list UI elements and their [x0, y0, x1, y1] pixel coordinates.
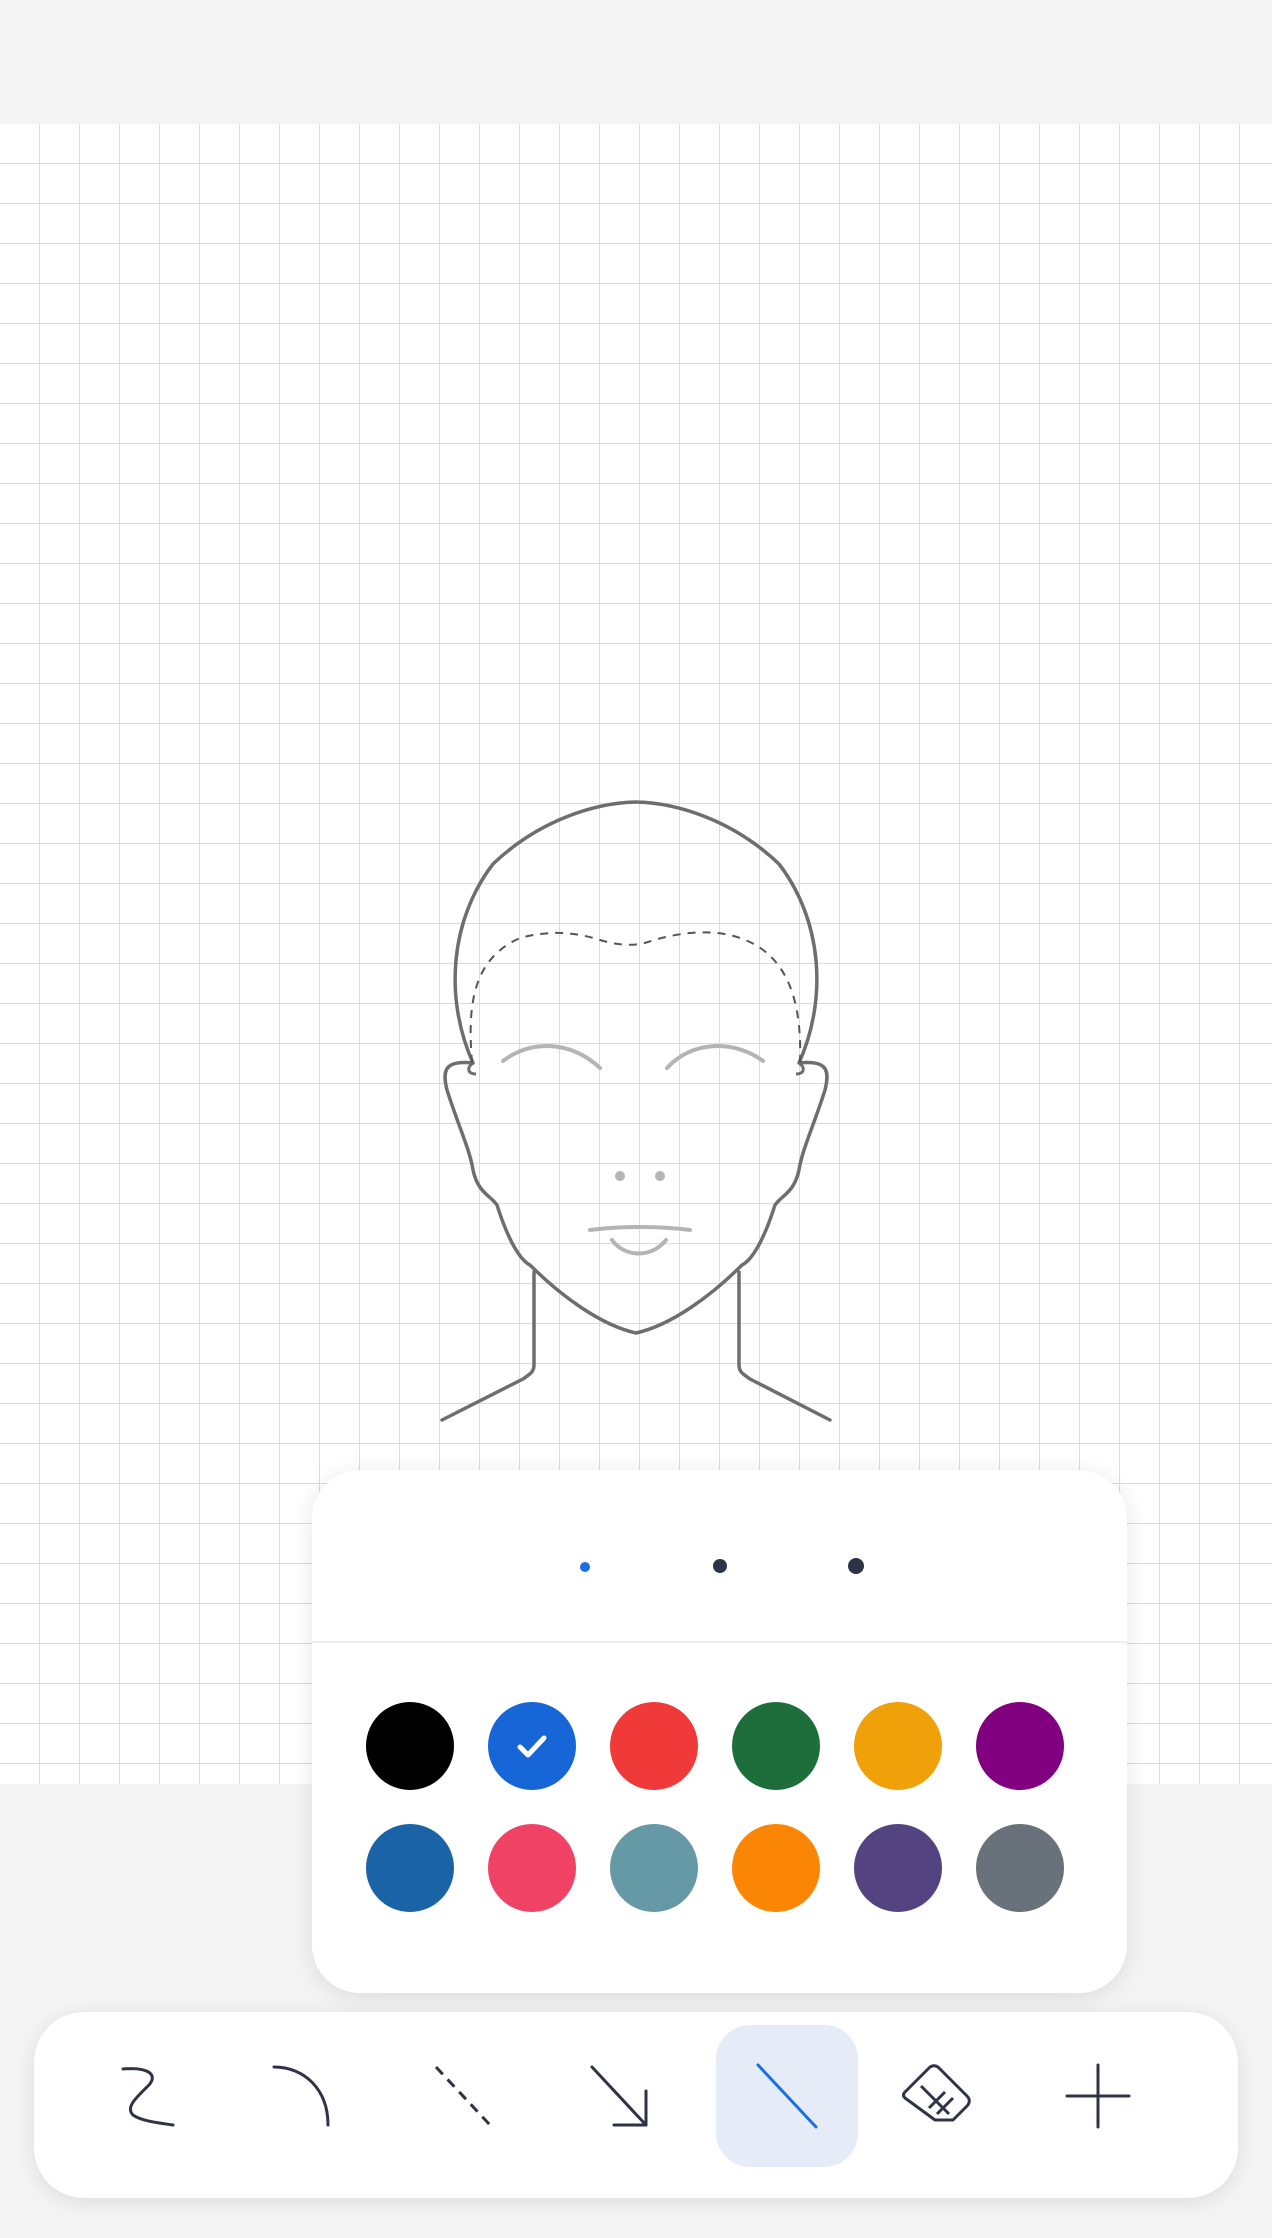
curve-tool[interactable] [230, 2025, 372, 2167]
drawing-toolbar [34, 2012, 1238, 2198]
nose-right [655, 1171, 665, 1181]
eraser-icon [902, 2064, 971, 2122]
left-eyebrow [501, 1044, 602, 1070]
hairline-guide [469, 931, 802, 1064]
color-swatch-purple[interactable] [976, 1702, 1064, 1790]
line-icon [756, 2063, 818, 2129]
dashed-line-icon [434, 2065, 492, 2127]
freehand-tool[interactable] [79, 2025, 221, 2167]
neck-left [440, 1270, 536, 1422]
dashed-line-tool[interactable] [392, 2025, 534, 2167]
stroke-size-small[interactable] [580, 1562, 590, 1572]
color-swatch-pink[interactable] [488, 1824, 576, 1912]
add-tool[interactable] [1027, 2025, 1169, 2167]
arrow-icon [590, 2065, 648, 2127]
color-swatch-red[interactable] [610, 1702, 698, 1790]
color-swatch-orange[interactable] [732, 1824, 820, 1912]
color-swatch-black[interactable] [366, 1702, 454, 1790]
line-tool[interactable] [716, 2025, 858, 2167]
left-ear-curl [467, 1061, 477, 1076]
right-eyebrow [665, 1044, 765, 1070]
color-swatch-amber[interactable] [854, 1702, 942, 1790]
stroke-size-medium[interactable] [713, 1559, 727, 1573]
color-swatch-slate[interactable] [976, 1824, 1064, 1912]
arrow-tool[interactable] [548, 2025, 690, 2167]
squiggle-icon [121, 2067, 175, 2127]
color-swatch-teal-grey[interactable] [610, 1824, 698, 1912]
right-ear-curl [795, 1061, 805, 1076]
upper-lip [588, 1225, 692, 1232]
neck-right [737, 1270, 832, 1422]
arc-icon [272, 2065, 330, 2127]
stroke-size-row [312, 1470, 1127, 1643]
stroke-size-large[interactable] [848, 1558, 864, 1574]
lower-lip [610, 1238, 668, 1256]
stroke-color-picker-panel [312, 1470, 1127, 1993]
color-swatch-steel-blue[interactable] [366, 1824, 454, 1912]
eraser-tool[interactable] [866, 2025, 1008, 2167]
plus-icon [1065, 2063, 1131, 2129]
color-swatch-green[interactable] [732, 1702, 820, 1790]
checkmark-icon [517, 1735, 547, 1758]
nose-left [615, 1171, 625, 1181]
color-swatch-indigo[interactable] [854, 1824, 942, 1912]
color-swatch-blue[interactable] [488, 1702, 576, 1790]
top-bar [0, 0, 1272, 124]
